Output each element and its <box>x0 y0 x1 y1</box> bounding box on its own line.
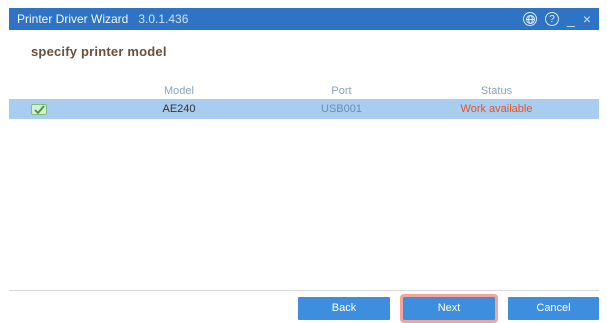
row-check-cell[interactable] <box>9 104 69 115</box>
help-icon[interactable]: ? <box>545 12 559 26</box>
row-status: Work available <box>394 103 599 115</box>
checkbox-checked-icon[interactable] <box>31 104 47 115</box>
cancel-button[interactable]: Cancel <box>508 297 599 320</box>
column-header-model: Model <box>69 85 289 97</box>
row-port: USB001 <box>289 103 394 115</box>
footer-divider <box>9 290 599 291</box>
window-title: Printer Driver Wizard <box>17 12 128 26</box>
page-heading: specify printer model <box>31 44 167 59</box>
row-model: AE240 <box>69 103 289 115</box>
column-header-status: Status <box>394 85 599 97</box>
printer-table: Model Port Status AE240 USB001 Work avai… <box>9 82 599 119</box>
window-controls: ? _ × <box>523 12 591 26</box>
next-button[interactable]: Next <box>403 297 495 320</box>
version-label: 3.0.1.436 <box>138 12 188 26</box>
title-bar: Printer Driver Wizard 3.0.1.436 ? _ × <box>9 8 599 30</box>
column-header-port: Port <box>289 85 394 97</box>
globe-icon[interactable] <box>523 12 537 26</box>
table-row[interactable]: AE240 USB001 Work available <box>9 99 599 119</box>
table-header: Model Port Status <box>9 82 599 99</box>
back-button[interactable]: Back <box>298 297 390 320</box>
minimize-button[interactable]: _ <box>567 12 575 26</box>
close-button[interactable]: × <box>583 12 591 26</box>
